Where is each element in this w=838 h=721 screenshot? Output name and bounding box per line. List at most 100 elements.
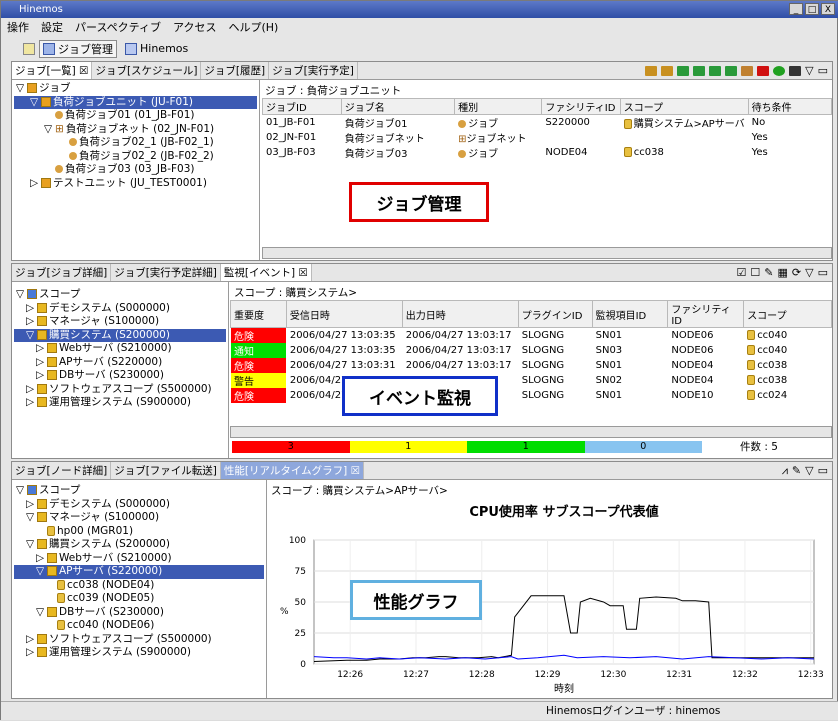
net-icon[interactable]: net-icon [693, 66, 706, 76]
job-tree-node[interactable]: 負荷ジョブ01 (01_JB-F01) [14, 109, 257, 123]
job-tree-node[interactable]: ▽ 負荷ジョブユニット (JU-F01) [14, 95, 257, 110]
scope-tree-node[interactable]: ▷ 運用管理システム (S900000) [14, 396, 226, 410]
menu-settings[interactable]: 設定 [41, 18, 63, 37]
job-tree-node[interactable]: 負荷ジョブ02_1 (JB-F02_1) [14, 136, 257, 150]
column-header[interactable]: ファシリティID [541, 98, 621, 115]
perf-tree-node[interactable]: ▷ デモシステム (S000000) [14, 498, 264, 512]
menu-help[interactable]: ヘルプ(H) [228, 18, 278, 37]
event-row[interactable]: 危険 2006/04/27 13:03:31 2006/04/27 13:03:17… [230, 358, 832, 373]
perf-tree-node[interactable]: ▽ 購買システム (S200000) [14, 538, 264, 552]
tree-expander-icon[interactable]: ▽ [44, 123, 55, 137]
job-icon[interactable]: job-icon [709, 66, 722, 76]
tree-expander-icon[interactable]: ▷ [26, 633, 37, 647]
unconfirm-icon[interactable]: ☐ [750, 266, 760, 279]
tree-expander-icon[interactable]: ▽ [26, 511, 37, 525]
tab-job-plan[interactable]: ジョブ[実行予定] [269, 62, 358, 79]
tree-expander-icon[interactable]: ▷ [26, 302, 37, 316]
tree-expander-icon[interactable]: ▷ [36, 552, 47, 566]
perf-tree-node[interactable]: ▷ Webサーバ (S210000) [14, 552, 264, 566]
tab-job-history[interactable]: ジョブ[履歴] [201, 62, 270, 79]
tree-expander-icon[interactable]: ▷ [30, 177, 41, 191]
tree-expander-icon[interactable]: ▷ [26, 396, 37, 410]
scope-tree-node[interactable]: ▷ ソフトウェアスコープ (S500000) [14, 383, 226, 397]
new-icon[interactable]: new-icon [645, 66, 658, 76]
column-header[interactable]: スコープ [619, 98, 749, 115]
scope-tree-node[interactable]: ▽ スコープ [14, 288, 226, 302]
job-tree-node[interactable]: ▽ ⊞ 負荷ジョブネット (02_JN-F01) [14, 123, 257, 137]
tree-expander-icon[interactable]: ▽ [26, 329, 37, 343]
scope-tree-node[interactable]: ▷ Webサーバ (S210000) [14, 342, 226, 356]
column-header[interactable]: 重要度 [230, 300, 287, 328]
filter-icon[interactable]: ▦ [778, 266, 788, 279]
view-menu-icon[interactable]: ▽ [805, 464, 813, 478]
table-row[interactable]: 03_JB-F03 負荷ジョブ03 ジョブ NODE04 cc038 Yes [263, 145, 832, 160]
tree-expander-icon[interactable]: ▷ [36, 369, 47, 383]
run-icon[interactable]: run-icon [773, 66, 786, 76]
scope-tree-node[interactable]: ▷ APサーバ (S220000) [14, 356, 226, 370]
tree-expander-icon[interactable]: ▷ [26, 498, 37, 512]
minimize-view-icon[interactable]: ▭ [818, 464, 828, 478]
scope-tree-node[interactable]: ▷ DBサーバ (S230000) [14, 369, 226, 383]
refresh-icon[interactable]: ⟳ [792, 266, 801, 279]
view-menu-icon[interactable]: ▽ [805, 64, 813, 77]
tab-job-list[interactable]: ジョブ[一覧] ☒ [12, 62, 93, 79]
perspective-job-button[interactable]: ジョブ管理 [39, 39, 117, 58]
event-row[interactable]: 通知 2006/04/27 13:03:35 2006/04/27 13:03:17… [230, 343, 832, 358]
column-header[interactable]: ファシリティID [667, 300, 745, 328]
copy-icon[interactable]: copy-icon [661, 66, 674, 76]
tree-expander-icon[interactable]: ▽ [16, 288, 27, 302]
close-button[interactable]: X [821, 3, 835, 15]
column-header[interactable]: スコープ [743, 300, 832, 328]
event-row[interactable]: 危険2006/04/2708SLOGNGSN01NODE10cc024 [230, 388, 832, 403]
tab-plan-detail[interactable]: ジョブ[実行予定詳細] [111, 264, 221, 281]
job-tree-node[interactable]: 負荷ジョブ02_2 (JB-F02_2) [14, 150, 257, 164]
tree-expander-icon[interactable]: ▽ [16, 82, 27, 96]
filter-icon[interactable]: filter-icon [789, 66, 802, 76]
column-header[interactable]: ジョブ名 [340, 98, 456, 115]
perf-tree-node[interactable]: cc038 (NODE04) [14, 579, 264, 593]
perspective-hinemos-button[interactable]: Hinemos [121, 41, 192, 56]
perf-tree-node[interactable]: ▽ DBサーバ (S230000) [14, 606, 264, 620]
minimize-view-icon[interactable]: ▭ [818, 64, 828, 77]
tab-file-transfer[interactable]: ジョブ[ファイル転送] [111, 462, 221, 479]
graph-icon[interactable]: ⩘ [782, 464, 788, 478]
tree-expander-icon[interactable]: ▽ [16, 484, 27, 498]
tree-expander-icon[interactable]: ▽ [36, 565, 47, 579]
job-tree-node[interactable]: ▽ ジョブ [14, 82, 257, 96]
tab-job-detail[interactable]: ジョブ[ジョブ詳細] [12, 264, 112, 281]
table-row[interactable]: 01_JB-F01 負荷ジョブ01 ジョブ S220000 購買システム>APサーバ No [263, 115, 832, 130]
delete-icon[interactable]: delete-icon [757, 66, 770, 76]
tab-node-detail[interactable]: ジョブ[ノード詳細] [12, 462, 112, 479]
tree-expander-icon[interactable]: ▷ [36, 356, 47, 370]
column-header[interactable]: 監視項目ID [591, 300, 669, 328]
minimize-view-icon[interactable]: ▭ [818, 266, 828, 279]
column-header[interactable]: 受信日時 [285, 300, 403, 328]
edit-icon[interactable]: ✎ [792, 464, 801, 478]
menu-perspective[interactable]: パースペクティブ [75, 18, 161, 37]
tree-expander-icon[interactable]: ▷ [26, 315, 37, 329]
tree-expander-icon[interactable]: ▷ [36, 342, 47, 356]
column-header[interactable]: 種別 [454, 98, 543, 115]
table-row[interactable]: 02_JN-F01 負荷ジョブネット ⊞ジョブネット Yes [263, 130, 832, 145]
menu-access[interactable]: アクセス [173, 18, 216, 37]
minimize-button[interactable]: _ [789, 3, 803, 15]
perf-tree-node[interactable]: ▽ APサーバ (S220000) [14, 565, 264, 579]
event-row[interactable]: 警告2006/04/2717SLOGNGSN02NODE04cc038 [230, 373, 832, 388]
unit-icon[interactable]: unit-icon [677, 66, 690, 76]
view-menu-icon[interactable]: ▽ [805, 266, 813, 279]
scope-tree-node[interactable]: ▽ 購買システム (S200000) [14, 328, 226, 343]
perf-tree-node[interactable]: hp00 (MGR01) [14, 525, 264, 539]
tree-expander-icon[interactable]: ▽ [30, 96, 41, 110]
perf-tree-node[interactable]: ▽ マネージャ (S100000) [14, 511, 264, 525]
ref-icon[interactable]: ref-icon [725, 66, 738, 76]
tree-expander-icon[interactable]: ▷ [26, 383, 37, 397]
open-perspective-icon[interactable] [23, 42, 35, 55]
column-header[interactable]: 待ち条件 [747, 98, 833, 115]
confirm-icon[interactable]: ☑ [737, 266, 747, 279]
tree-expander-icon[interactable]: ▽ [26, 538, 37, 552]
event-row[interactable]: 危険 2006/04/27 13:03:35 2006/04/27 13:03:17… [230, 327, 832, 343]
menu-operation[interactable]: 操作 [7, 18, 29, 37]
perf-tree-node[interactable]: ▷ 運用管理システム (S900000) [14, 646, 264, 660]
tab-realtime-graph[interactable]: 性能[リアルタイムグラフ] ☒ [220, 462, 365, 479]
job-tree-node[interactable]: 負荷ジョブ03 (03_JB-F03) [14, 163, 257, 177]
